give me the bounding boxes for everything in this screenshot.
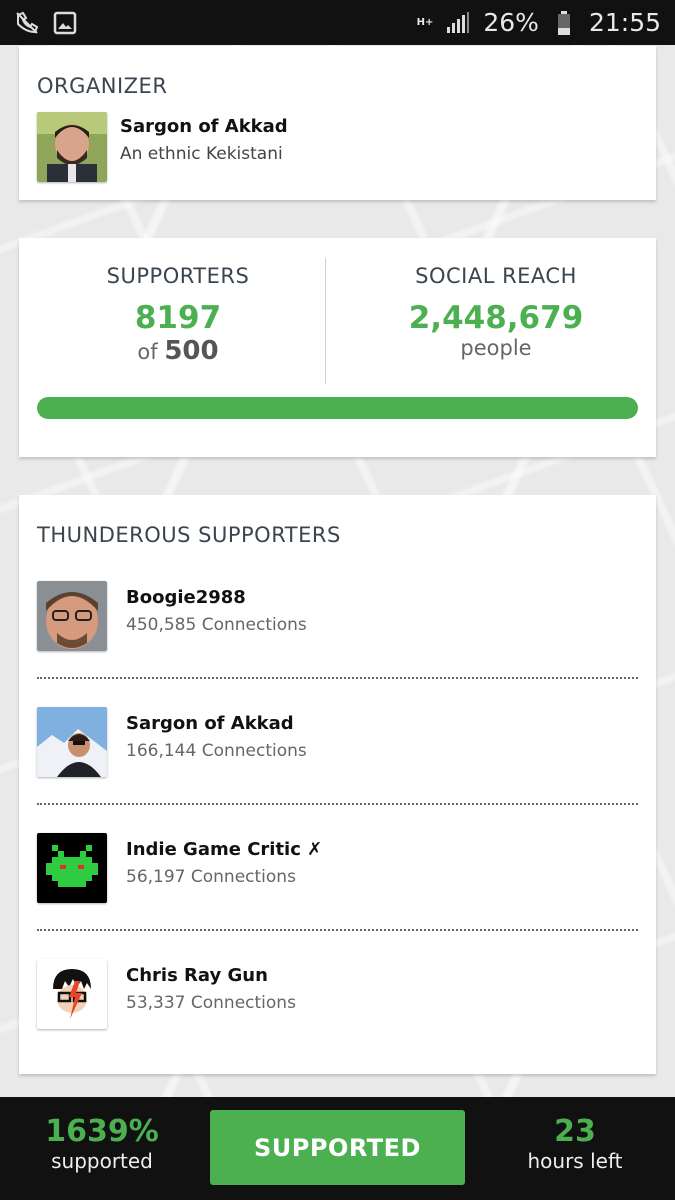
organizer-name[interactable]: Sargon of Akkad <box>120 116 288 137</box>
progress-bar <box>37 397 638 419</box>
reach-value: 2,448,679 <box>408 300 584 336</box>
call-forward-icon <box>14 10 40 36</box>
supporter-name: Sargon of Akkad <box>126 713 294 734</box>
gallery-icon <box>52 10 78 36</box>
percent-value: 1639% <box>45 1114 159 1149</box>
progress-fill <box>37 397 638 419</box>
reach-stat: SOCIAL REACH 2,448,679 people <box>336 238 656 388</box>
supporters-label: SUPPORTERS <box>106 264 250 288</box>
supported-button[interactable]: SUPPORTED <box>210 1110 465 1185</box>
reach-label: SOCIAL REACH <box>415 264 577 288</box>
supporters-goal-value: 500 <box>164 336 219 366</box>
divider <box>37 803 638 805</box>
network-type: H+ <box>416 17 434 28</box>
supporter-avatar <box>37 581 107 651</box>
supporter-name: Boogie2988 <box>126 587 246 608</box>
divider <box>37 929 638 931</box>
supporters-stat: SUPPORTERS 8197 of 500 <box>19 238 337 388</box>
organizer-avatar[interactable] <box>37 112 107 182</box>
supporter-connections: 450,585 Connections <box>126 615 307 635</box>
signal-icon <box>445 10 471 36</box>
reach-unit: people <box>460 336 532 360</box>
battery-percent: 26% <box>483 8 539 37</box>
supporter-item[interactable]: Indie Game Critic ✗ 56,197 Connections <box>19 833 656 959</box>
supporter-item[interactable]: Boogie2988 450,585 Connections <box>19 581 656 707</box>
stat-divider <box>325 258 326 384</box>
supporters-of-text: of <box>137 340 158 364</box>
supporters-value: 8197 <box>134 300 222 336</box>
percent-label: supported <box>51 1149 153 1173</box>
stats-card: SUPPORTERS 8197 of 500 SOCIAL REACH 2,44… <box>19 238 656 457</box>
supporter-avatar <box>37 833 107 903</box>
bottom-action-bar: 1639% supported SUPPORTED 23 hours left <box>0 1097 675 1200</box>
thunderous-heading: THUNDEROUS SUPPORTERS <box>37 523 341 547</box>
supporters-goal: of 500 <box>19 336 337 366</box>
clock: 21:55 <box>588 8 661 37</box>
supporter-name: Indie Game Critic ✗ <box>126 839 323 860</box>
thunderous-card: THUNDEROUS SUPPORTERS Boogie2988 450,585… <box>19 495 656 1074</box>
divider <box>37 677 638 679</box>
organizer-heading: ORGANIZER <box>37 74 168 98</box>
time-left: 23 hours left <box>505 1114 645 1174</box>
percent-supported: 1639% supported <box>32 1114 172 1174</box>
battery-icon <box>551 10 577 36</box>
organizer-tagline: An ethnic Kekistani <box>120 144 283 164</box>
supporter-avatar <box>37 707 107 777</box>
time-left-label: hours left <box>527 1149 623 1173</box>
supporter-connections: 53,337 Connections <box>126 993 296 1013</box>
supporter-avatar <box>37 959 107 1029</box>
supporter-connections: 56,197 Connections <box>126 867 296 887</box>
supporter-item[interactable]: Sargon of Akkad 166,144 Connections <box>19 707 656 833</box>
status-bar: H+ 26% 21:55 <box>0 0 675 45</box>
supporter-connections: 166,144 Connections <box>126 741 307 761</box>
supporter-item[interactable]: Chris Ray Gun 53,337 Connections <box>19 959 656 1085</box>
supporter-name: Chris Ray Gun <box>126 965 268 986</box>
time-left-value: 23 <box>554 1114 596 1149</box>
organizer-card: ORGANIZER Sargon of Akkad An ethnic Keki… <box>19 46 656 200</box>
